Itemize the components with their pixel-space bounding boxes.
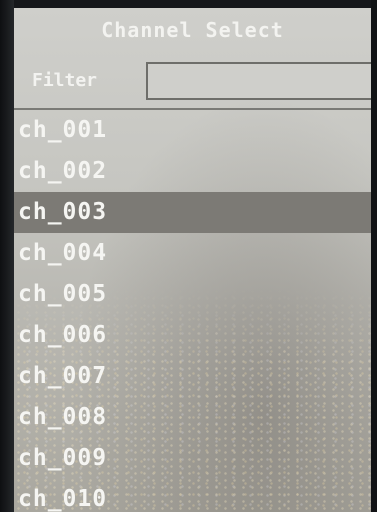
channel-list-item[interactable]: ch_002 (14, 151, 371, 192)
channel-list-item[interactable]: ch_005 (14, 274, 371, 315)
channel-list-item-selected[interactable]: ch_003 (14, 192, 371, 233)
channel-list-item[interactable]: ch_007 (14, 356, 371, 397)
filter-label: Filter (32, 70, 98, 91)
filter-input[interactable] (146, 62, 371, 100)
channel-list-item[interactable]: ch_008 (14, 397, 371, 438)
channel-select-dialog: Channel Select Filter ch_001 ch_002 ch_0… (14, 8, 371, 512)
filter-row: Filter (14, 56, 371, 104)
monitor-bezel-top (0, 0, 377, 8)
monitor-bezel-right (371, 0, 377, 512)
monitor-bezel-left (0, 0, 14, 512)
channel-list-item[interactable]: ch_006 (14, 315, 371, 356)
channel-list-item[interactable]: ch_001 (14, 110, 371, 151)
channel-list-item[interactable]: ch_009 (14, 438, 371, 479)
channel-list-item[interactable]: ch_010 (14, 479, 371, 512)
dialog-title: Channel Select (101, 18, 284, 42)
channel-list: ch_001 ch_002 ch_003 ch_004 ch_005 ch_00… (14, 108, 371, 512)
channel-list-item[interactable]: ch_004 (14, 233, 371, 274)
